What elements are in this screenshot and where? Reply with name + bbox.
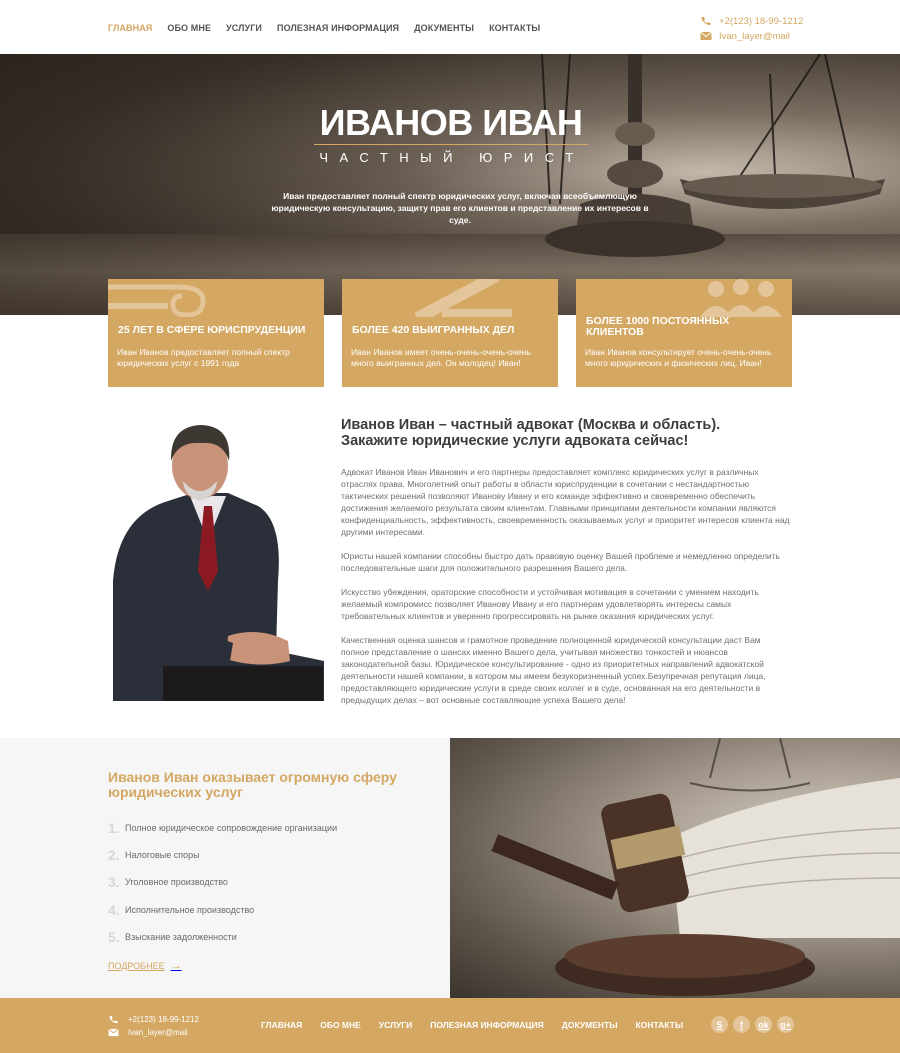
about-paragraph: Адвокат Иванов Иван Иванович и его партн… [341, 467, 790, 537]
footer-email[interactable]: Ivan_layer@mail [108, 1026, 199, 1039]
footer-phone-text: +2(123) 18-99-1212 [128, 1015, 199, 1024]
service-number: 4. [108, 901, 120, 918]
hero-subtitle: ЧАСТНЫЙ ЮРИСТ [319, 150, 585, 165]
header-phone[interactable]: +2(123) 18-99-1212 [700, 14, 803, 28]
footer-email-text: Ivan_layer@mail [128, 1028, 188, 1037]
header-phone-text: +2(123) 18-99-1212 [719, 15, 804, 27]
gavel-icon [414, 279, 512, 317]
footer-nav-documents[interactable]: ДОКУМЕНТЫ [562, 1020, 618, 1030]
footer-phone[interactable]: +2(123) 18-99-1212 [108, 1013, 199, 1026]
service-item[interactable]: 2. Налоговые споры [108, 841, 337, 868]
about-section: Иванов Иван – частный адвокат (Москва и … [341, 417, 791, 718]
site-header: ГЛАВНАЯ ОБО МНЕ УСЛУГИ ПОЛЕЗНАЯ ИНФОРМАЦ… [0, 0, 900, 54]
more-link-label: ПОДРОБНЕЕ [108, 961, 165, 971]
feature-card-clients: БОЛЕЕ 1000 ПОСТОЯННЫХ КЛИЕНТОВ Иван Иван… [576, 279, 792, 387]
lawyer-portrait [108, 421, 324, 701]
about-paragraph: Юристы нашей компании способны быстро да… [341, 551, 780, 573]
service-item[interactable]: 3. Уголовное производство [108, 869, 337, 896]
service-number: 1. [108, 819, 120, 836]
feature-card-text: Иван Иванов консультирует очень-очень-оч… [585, 347, 772, 368]
footer-nav-contacts[interactable]: КОНТАКТЫ [636, 1020, 684, 1030]
header-contacts: +2(123) 18-99-1212 Ivan_layer@mail [700, 14, 803, 44]
people-icon [700, 279, 782, 317]
hero-description: Иван предоставляет полный спектр юридиче… [271, 191, 649, 225]
footer-contacts: +2(123) 18-99-1212 Ivan_layer@mail [108, 1013, 199, 1039]
service-item[interactable]: 1. Полное юридическое сопровождение орган… [108, 814, 337, 841]
about-heading: Иванов Иван – частный адвокат (Москва и … [341, 417, 721, 449]
skype-icon[interactable]: S [711, 1016, 728, 1033]
nav-about[interactable]: ОБО МНЕ [167, 23, 211, 33]
more-link[interactable]: ПОДРОБНЕЕ → [108, 960, 182, 972]
phone-icon [701, 17, 711, 26]
footer-nav-home[interactable]: ГЛАВНАЯ [261, 1020, 302, 1030]
feature-cards: 25 ЛЕТ В СФЕРЕ ЮРИСПРУДЕНЦИИ Иван Иванов… [108, 279, 792, 387]
envelope-icon [108, 1028, 119, 1037]
google-plus-icon[interactable]: g+ [777, 1016, 794, 1033]
service-label: Уголовное производство [125, 877, 228, 888]
header-email[interactable]: Ivan_layer@mail [700, 29, 803, 43]
service-item[interactable]: 5. Взыскание задолженности [108, 923, 337, 950]
nav-useful-info[interactable]: ПОЛЕЗНАЯ ИНФОРМАЦИЯ [277, 23, 399, 33]
nav-home[interactable]: ГЛАВНАЯ [108, 23, 152, 33]
feature-card-text: Иван Иванов имеет очень-очень-очень-очен… [351, 347, 531, 368]
about-paragraph: Качественная оценка шансов и грамотное п… [341, 635, 766, 705]
hero-divider [314, 144, 588, 145]
main-nav: ГЛАВНАЯ ОБО МНЕ УСЛУГИ ПОЛЕЗНАЯ ИНФОРМАЦ… [108, 23, 540, 33]
odnoklassniki-icon[interactable]: ok [755, 1016, 772, 1033]
service-label: Полное юридическое сопровождение организ… [125, 822, 338, 833]
phone-icon [109, 1015, 118, 1024]
header-email-text: Ivan_layer@mail [719, 30, 790, 42]
feature-card-text: Иван Иванов предоставляет полный спектр … [117, 347, 290, 368]
feature-card-title: БОЛЕЕ 1000 ПОСТОЯННЫХ КЛИЕНТОВ [586, 315, 730, 338]
envelope-icon [700, 31, 712, 40]
facebook-icon[interactable]: f [733, 1016, 750, 1033]
nav-contacts[interactable]: КОНТАКТЫ [489, 23, 540, 33]
hero-overlay [0, 54, 900, 315]
feature-card-cases: БОЛЕЕ 420 ВЫИГРАННЫХ ДЕЛ Иван Иванов име… [342, 279, 558, 387]
feature-card-title: БОЛЕЕ 420 ВЫИГРАННЫХ ДЕЛ [352, 324, 515, 336]
service-item[interactable]: 4. Исполнительное производство [108, 896, 337, 923]
nav-documents[interactable]: ДОКУМЕНТЫ [414, 23, 474, 33]
footer-nav: ГЛАВНАЯ ОБО МНЕ УСЛУГИ ПОЛЕЗНАЯ ИНФОРМАЦ… [261, 1020, 683, 1030]
services-heading: Иванов Иван оказывает огромную сферу юри… [108, 769, 397, 800]
hero-banner: ИВАНОВ ИВАН ЧАСТНЫЙ ЮРИСТ Иван предостав… [0, 54, 900, 315]
footer-nav-about[interactable]: ОБО МНЕ [320, 1020, 361, 1030]
footer-nav-services[interactable]: УСЛУГИ [379, 1020, 412, 1030]
service-label: Исполнительное производство [125, 904, 255, 915]
site-footer: +2(123) 18-99-1212 Ivan_layer@mail ГЛАВН… [0, 998, 900, 1053]
arrow-right-icon: → [170, 960, 182, 972]
services-section: Иванов Иван оказывает огромную сферу юри… [0, 738, 450, 998]
service-label: Взыскание задолженности [125, 931, 237, 942]
gavel-illustration [491, 738, 900, 996]
service-label: Налоговые споры [125, 849, 200, 860]
about-paragraph: Искусство убеждения, ораторские способно… [341, 587, 759, 621]
nav-services[interactable]: УСЛУГИ [226, 23, 262, 33]
column-icon [108, 284, 206, 317]
feature-card-experience: 25 ЛЕТ В СФЕРЕ ЮРИСПРУДЕНЦИИ Иван Иванов… [108, 279, 324, 387]
social-links: S f ok g+ [711, 1016, 794, 1033]
feature-card-title: 25 ЛЕТ В СФЕРЕ ЮРИСПРУДЕНЦИИ [118, 324, 306, 336]
service-number: 5. [108, 928, 120, 945]
footer-nav-useful-info[interactable]: ПОЛЕЗНАЯ ИНФОРМАЦИЯ [430, 1020, 544, 1030]
service-number: 3. [108, 874, 120, 891]
hero-title: ИВАНОВ ИВАН [319, 102, 583, 143]
gavel-and-books-image [450, 738, 900, 998]
service-number: 2. [108, 846, 120, 863]
services-list: 1. Полное юридическое сопровождение орган… [108, 814, 337, 950]
